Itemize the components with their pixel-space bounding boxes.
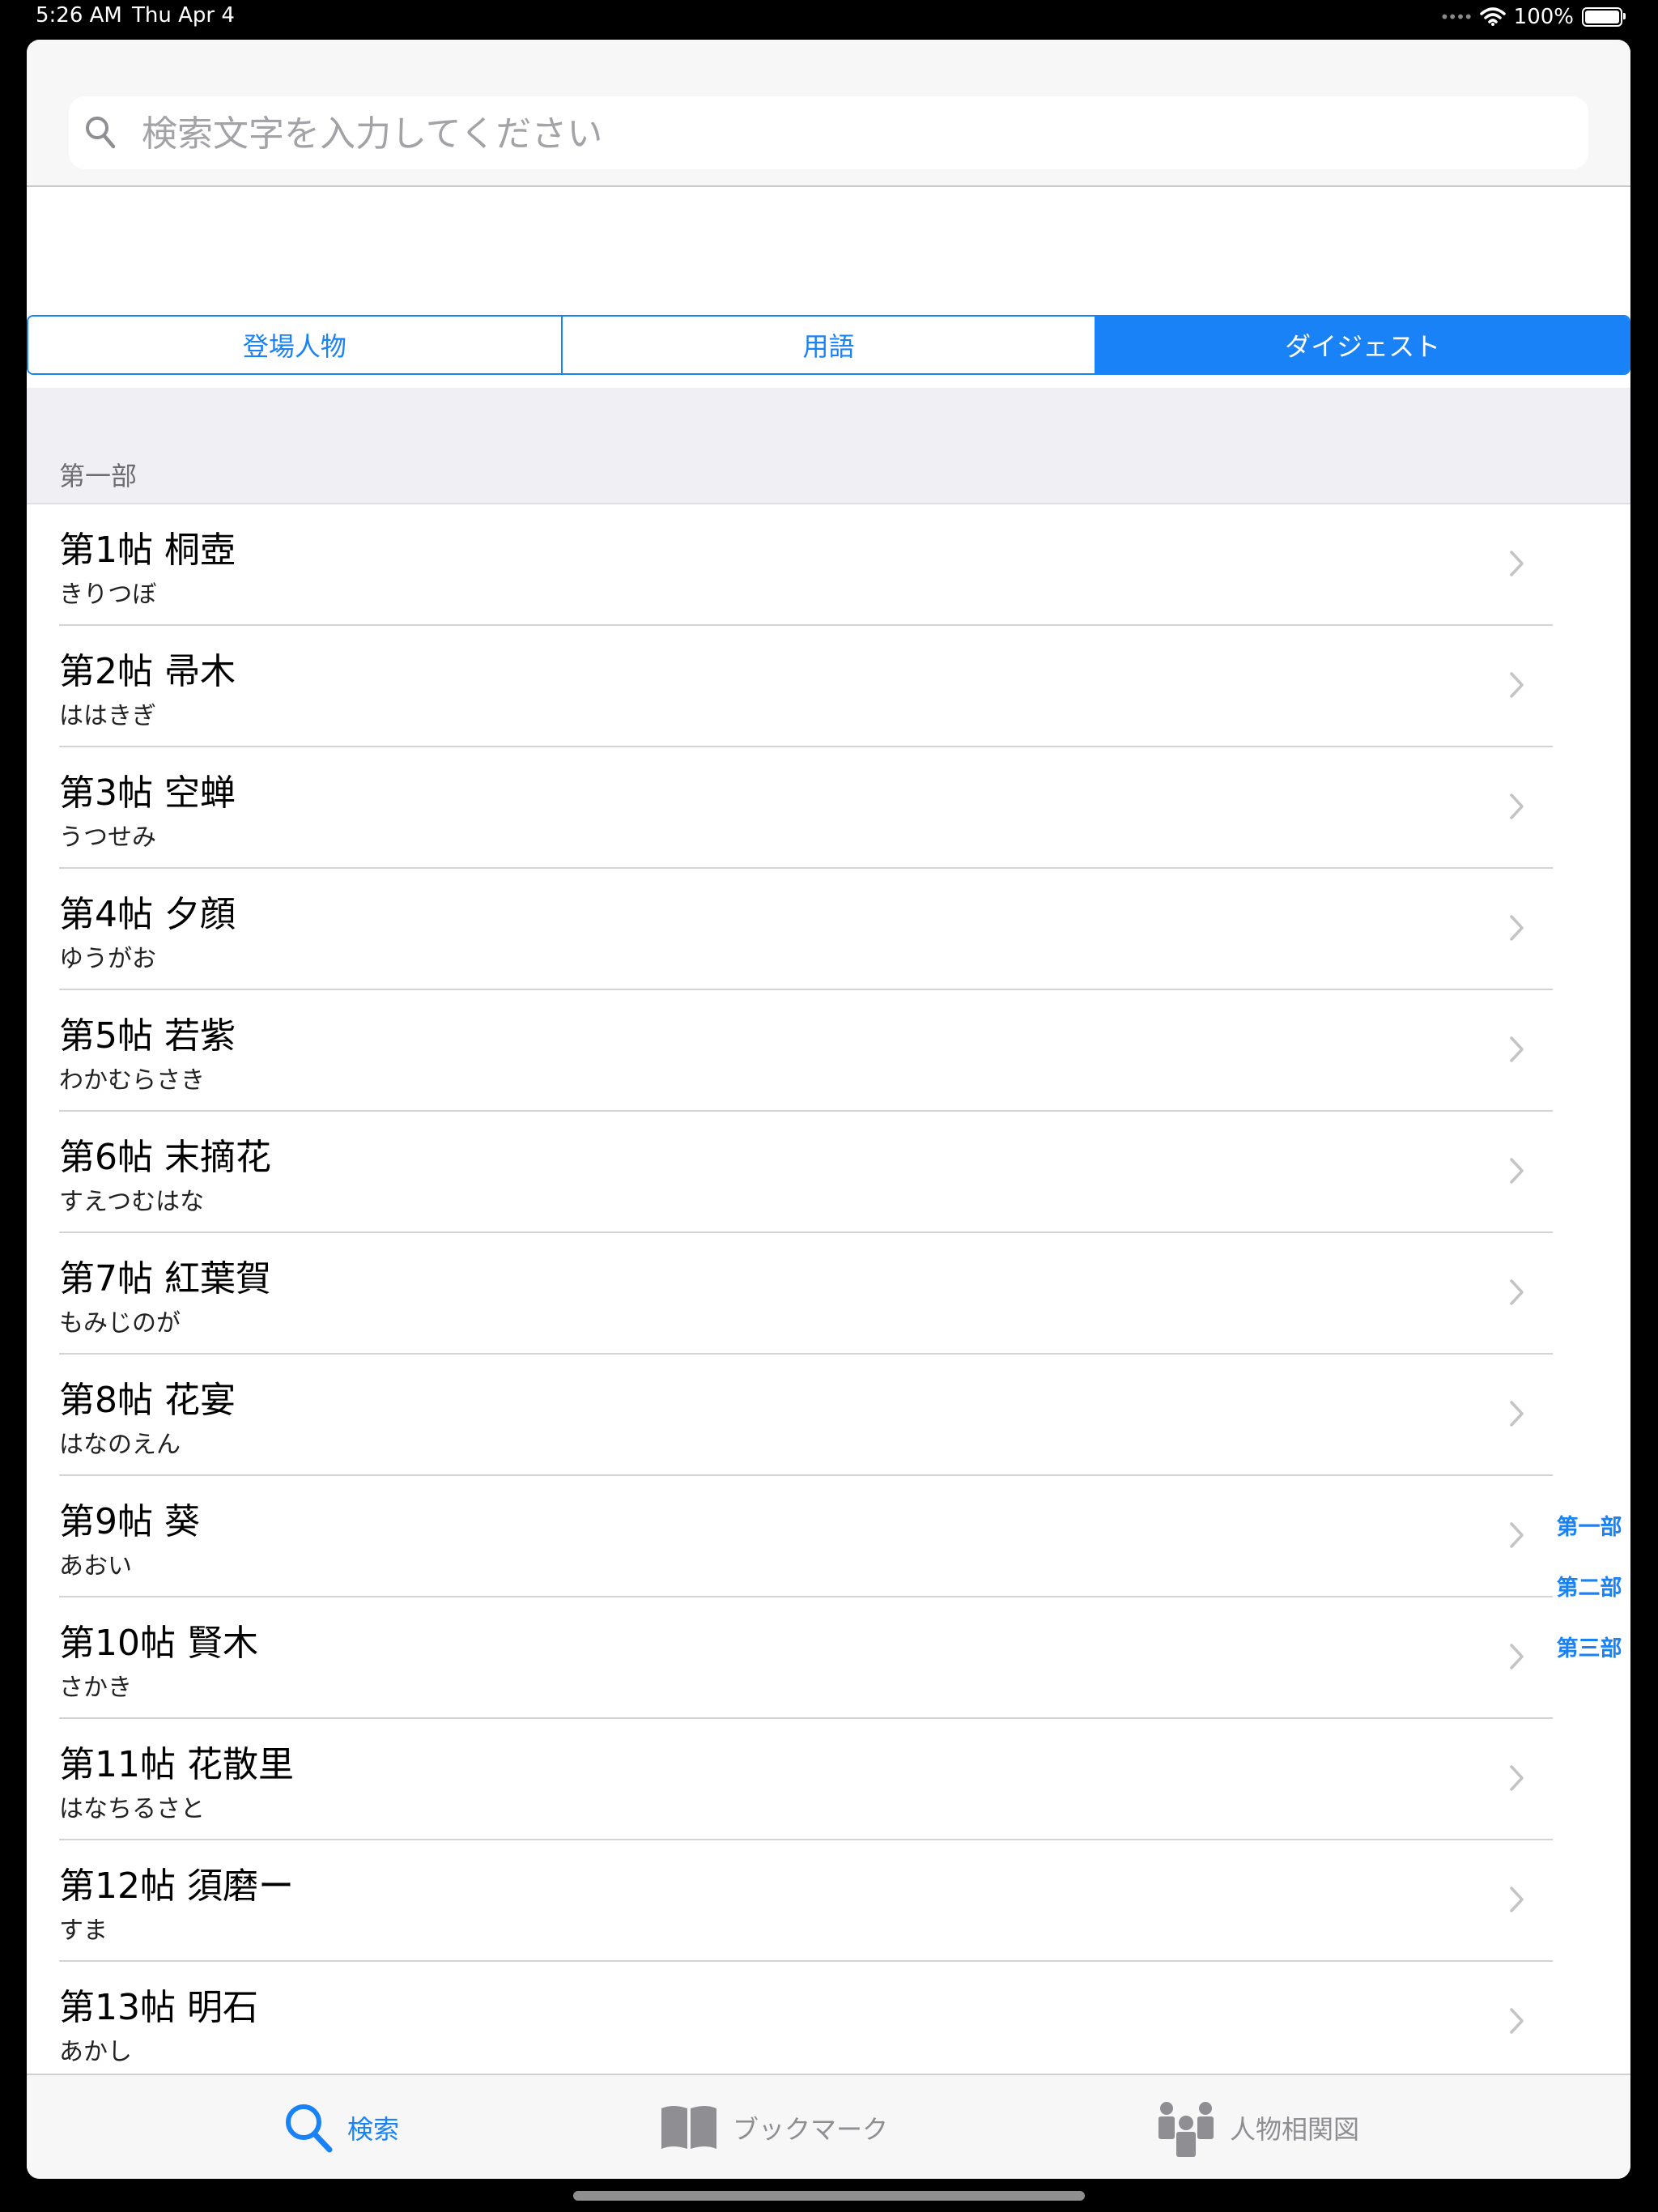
chevron-right-icon	[1510, 1522, 1524, 1548]
chapter-row[interactable]: 第8帖 花宴はなのえん	[27, 1355, 1630, 1476]
chapter-title: 第7帖 紅葉賀	[59, 1258, 271, 1300]
chapter-title: 第8帖 花宴	[59, 1380, 236, 1421]
chevron-right-icon	[1510, 793, 1524, 819]
signal-dots-icon: ••••	[1439, 7, 1473, 27]
chapter-title: 第12帖 須磨ー	[59, 1865, 294, 1907]
search-icon	[286, 2104, 333, 2153]
chapter-reading: ははきぎ	[59, 702, 156, 730]
section-index-item[interactable]: 第二部	[1557, 1570, 1622, 1602]
chapter-reading: わかむらさき	[59, 1066, 205, 1095]
chapter-title: 第6帖 末摘花	[59, 1137, 271, 1178]
chapter-title: 第3帖 空蝉	[59, 772, 236, 814]
chapter-reading: さかき	[59, 1674, 132, 1702]
app-window: 登場人物 用語 ダイジェスト 第一部 第1帖 桐壺きりつぼ第2帖 帚木ははきぎ第…	[27, 40, 1630, 2179]
chapter-row[interactable]: 第9帖 葵あおい	[27, 1476, 1630, 1597]
tab-search-label: 検索	[347, 2114, 400, 2145]
chevron-right-icon	[1510, 2008, 1524, 2034]
chapter-row[interactable]: 第3帖 空蝉うつせみ	[27, 747, 1630, 869]
segment-characters[interactable]: 登場人物	[28, 317, 563, 373]
segment-terms[interactable]: 用語	[562, 317, 1097, 373]
chapter-row[interactable]: 第4帖 夕顔ゆうがお	[27, 869, 1630, 990]
chapter-reading: すま	[59, 1916, 108, 1945]
status-time: 5:26 AM	[36, 3, 122, 28]
chapter-reading: きりつぼ	[59, 581, 157, 609]
people-icon	[1158, 2102, 1214, 2157]
chapter-title: 第1帖 桐壺	[59, 530, 236, 571]
chapter-reading: はなのえん	[59, 1431, 181, 1459]
chapter-rows: 第1帖 桐壺きりつぼ第2帖 帚木ははきぎ第3帖 空蝉うつせみ第4帖 夕顔ゆうがお…	[27, 503, 1630, 2083]
chapter-row[interactable]: 第1帖 桐壺きりつぼ	[27, 504, 1630, 626]
chapter-reading: うつせみ	[59, 823, 156, 852]
segment-digest[interactable]: ダイジェスト	[1096, 317, 1629, 373]
book-icon	[661, 2106, 716, 2149]
chapter-reading: ゆうがお	[59, 945, 156, 973]
search-icon	[86, 117, 116, 149]
chapter-row[interactable]: 第6帖 末摘花すえつむはな	[27, 1112, 1630, 1233]
tab-bookmark-label: ブックマーク	[733, 2114, 889, 2145]
chevron-right-icon	[1510, 915, 1524, 941]
chevron-right-icon	[1510, 672, 1524, 698]
chapter-title: 第5帖 若紫	[59, 1015, 236, 1057]
chapter-title: 第13帖 明石	[59, 1987, 258, 2028]
chapter-reading: あおい	[59, 1552, 132, 1580]
search-field[interactable]	[69, 96, 1588, 169]
section-index-item[interactable]: 第三部	[1557, 1631, 1622, 1662]
search-header	[27, 40, 1630, 187]
chapter-title: 第9帖 葵	[59, 1501, 200, 1542]
section-index-item[interactable]: 第一部	[1557, 1509, 1622, 1541]
chapter-row[interactable]: 第10帖 賢木さかき	[27, 1597, 1630, 1719]
chevron-right-icon	[1510, 551, 1524, 576]
chapter-row[interactable]: 第12帖 須磨ーすま	[27, 1840, 1630, 1962]
chapter-row[interactable]: 第5帖 若紫わかむらさき	[27, 990, 1630, 1112]
wifi-icon	[1479, 7, 1506, 26]
chapter-row[interactable]: 第7帖 紅葉賀もみじのが	[27, 1233, 1630, 1355]
category-segmented-control: 登場人物 用語 ダイジェスト	[27, 315, 1630, 375]
section-index-bar[interactable]: 第一部 第二部 第三部	[1553, 1509, 1626, 1662]
chapter-reading: すえつむはな	[59, 1188, 205, 1216]
chapter-row[interactable]: 第11帖 花散里はなちるさと	[27, 1719, 1630, 1840]
chapter-row[interactable]: 第2帖 帚木ははきぎ	[27, 626, 1630, 747]
tab-bookmark[interactable]: ブックマーク	[658, 2075, 888, 2179]
home-indicator	[573, 2191, 1085, 2201]
chapter-title: 第4帖 夕顔	[59, 894, 236, 935]
chevron-right-icon	[1510, 1887, 1524, 1912]
chevron-right-icon	[1510, 1279, 1524, 1305]
battery-percent: 100%	[1513, 5, 1574, 29]
tab-search[interactable]: 検索	[283, 2075, 399, 2179]
chevron-right-icon	[1510, 1765, 1524, 1791]
chevron-right-icon	[1510, 1036, 1524, 1062]
chapter-title: 第10帖 賢木	[59, 1623, 258, 1664]
tab-chart-label: 人物相関図	[1230, 2114, 1360, 2145]
chapter-title: 第2帖 帚木	[59, 651, 236, 692]
tab-bar: 検索 ブックマーク 人物相関図	[27, 2074, 1630, 2179]
chapter-row[interactable]: 第13帖 明石あかし	[27, 1962, 1630, 2083]
search-input[interactable]	[140, 104, 1568, 163]
chapter-list[interactable]: 第一部 第1帖 桐壺きりつぼ第2帖 帚木ははきぎ第3帖 空蝉うつせみ第4帖 夕顔…	[27, 388, 1630, 2114]
chevron-right-icon	[1510, 1401, 1524, 1427]
tab-relationship-chart[interactable]: 人物相関図	[1155, 2075, 1359, 2179]
battery-icon	[1582, 7, 1626, 27]
chapter-title: 第11帖 花散里	[59, 1744, 294, 1785]
status-bar: 5:26 AM Thu Apr 4 •••• 100%	[0, 0, 1658, 34]
chevron-right-icon	[1510, 1158, 1524, 1184]
chapter-reading: もみじのが	[59, 1309, 181, 1338]
section-header: 第一部	[59, 461, 138, 491]
chevron-right-icon	[1510, 1644, 1524, 1670]
chapter-reading: あかし	[59, 2038, 132, 2066]
status-date: Thu Apr 4	[132, 3, 235, 28]
chapter-reading: はなちるさと	[59, 1795, 205, 1823]
status-indicators: •••• 100%	[1439, 3, 1626, 31]
